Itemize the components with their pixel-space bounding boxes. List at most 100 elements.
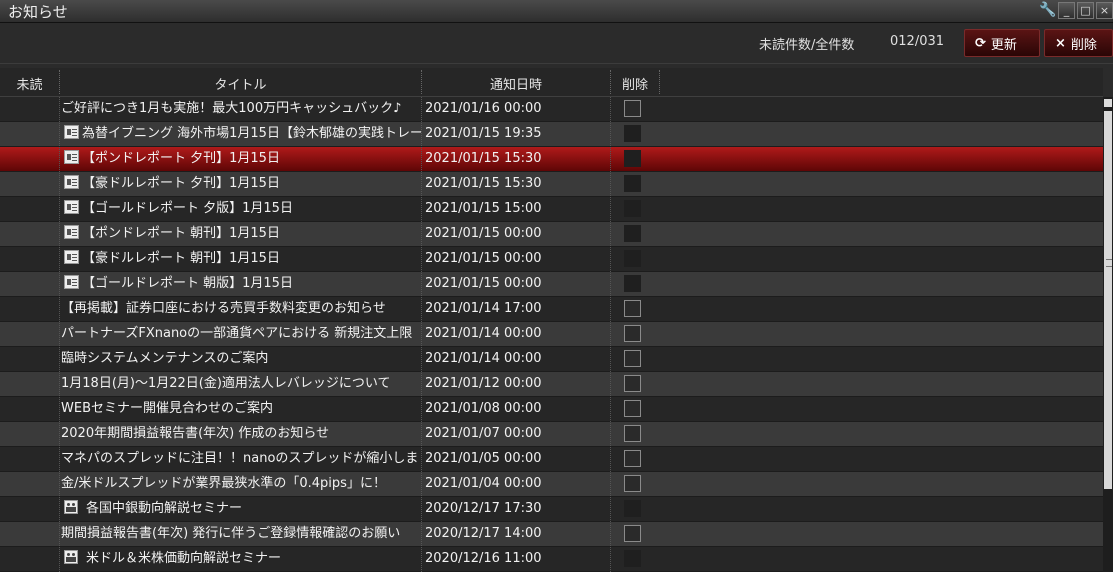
notice-title[interactable]: 【ゴールドレポート 朝版】1月15日: [61, 272, 421, 296]
delete-button[interactable]: × 削除: [1044, 29, 1113, 57]
notice-title[interactable]: 臨時システムメンテナンスのご案内: [61, 347, 421, 371]
settings-wrench-icon[interactable]: 🔧: [1039, 2, 1056, 19]
delete-x-icon: ×: [1055, 35, 1066, 51]
scrollbar-thumb[interactable]: [1104, 111, 1112, 489]
column-header-date[interactable]: 通知日時: [422, 74, 610, 93]
notice-row[interactable]: 【再掲載】証券口座における売買手数料変更のお知らせ 2021/01/14 17:0…: [0, 297, 1103, 322]
delete-checkbox: [624, 550, 641, 567]
unread-cell: [0, 372, 59, 396]
notice-date: 2021/01/12 00:00: [425, 376, 542, 391]
refresh-label: 更新: [990, 37, 1017, 53]
delete-checkbox: [624, 150, 641, 167]
notice-title-text: 各国中銀動向解説セミナー: [86, 501, 243, 516]
notice-title-text: 【ゴールドレポート 夕版】1月15日: [82, 201, 293, 216]
unread-cell: [0, 297, 59, 321]
notice-title[interactable]: 【ポンドレポート 朝刊】1月15日: [61, 222, 421, 246]
notice-title-text: 2020年期間損益報告書(年次) 作成のお知らせ: [61, 426, 330, 441]
delete-checkbox[interactable]: [624, 325, 641, 342]
notice-title[interactable]: 【豪ドルレポート 夕刊】1月15日: [61, 172, 421, 196]
notice-row[interactable]: 【豪ドルレポート 夕刊】1月15日 2021/01/15 15:30: [0, 172, 1103, 197]
notice-row[interactable]: 【ポンドレポート 朝刊】1月15日 2021/01/15 00:00: [0, 222, 1103, 247]
notice-row[interactable]: WEBセミナー開催見合わせのご案内 2021/01/08 00:00: [0, 397, 1103, 422]
delete-checkbox[interactable]: [624, 400, 641, 417]
unread-cell: [0, 422, 59, 446]
delete-checkbox[interactable]: [624, 475, 641, 492]
close-button[interactable]: ×: [1096, 2, 1113, 19]
refresh-button[interactable]: ⟳ 更新: [964, 29, 1040, 57]
notice-title[interactable]: 期間損益報告書(年次) 発行に伴うご登録情報確認のお願い: [61, 522, 421, 546]
notice-row[interactable]: 1月18日(月)〜1月22日(金)適用法人レバレッジについて 2021/01/12…: [0, 372, 1103, 397]
scroll-up-arrow-icon[interactable]: [1104, 99, 1112, 107]
notice-row[interactable]: マネパのスプレッドに注目！！nanoのスプレッドが縮小しました 2021/01/0…: [0, 447, 1103, 472]
delete-checkbox[interactable]: [624, 375, 641, 392]
notice-title[interactable]: WEBセミナー開催見合わせのご案内: [61, 397, 421, 421]
minimize-button[interactable]: _: [1058, 2, 1075, 19]
notice-title-text: 臨時システムメンテナンスのご案内: [61, 351, 269, 366]
notice-title[interactable]: パートナーズFXnanoの一部通貨ペアにおける 新規注文上限: [61, 322, 421, 346]
notice-title[interactable]: 【豪ドルレポート 朝刊】1月15日: [61, 247, 421, 271]
notice-row[interactable]: パートナーズFXnanoの一部通貨ペアにおける 新規注文上限 2021/01/14…: [0, 322, 1103, 347]
notice-date: 2021/01/14 17:00: [425, 301, 542, 316]
notice-row[interactable]: 【豪ドルレポート 朝刊】1月15日 2021/01/15 00:00: [0, 247, 1103, 272]
notice-date: 2021/01/16 00:00: [425, 101, 542, 116]
delete-checkbox: [624, 175, 641, 192]
maximize-button[interactable]: □: [1077, 2, 1094, 19]
notice-title[interactable]: 米ドル＆米株価動向解説セミナー: [61, 547, 421, 571]
unread-cell: [0, 222, 59, 246]
vertical-scrollbar[interactable]: [1103, 97, 1113, 572]
column-header-delete[interactable]: 削除: [611, 74, 659, 93]
notice-row[interactable]: 臨時システムメンテナンスのご案内 2021/01/14 00:00: [0, 347, 1103, 372]
notice-title-text: 【再掲載】証券口座における売買手数料変更のお知らせ: [61, 301, 386, 316]
delete-checkbox[interactable]: [624, 525, 641, 542]
notice-row[interactable]: 米ドル＆米株価動向解説セミナー 2020/12/16 11:00: [0, 547, 1103, 572]
notice-row[interactable]: 為替イブニング 海外市場1月15日【鈴木郁雄の実践トレード】 2021/01/15…: [0, 122, 1103, 147]
notice-title[interactable]: 各国中銀動向解説セミナー: [61, 497, 421, 521]
notice-date: 2021/01/15 00:00: [425, 226, 542, 241]
column-divider: [610, 97, 611, 572]
unread-cell: [0, 122, 59, 146]
scrollbar-grip-icon: [1106, 259, 1112, 267]
delete-checkbox[interactable]: [624, 425, 641, 442]
notice-row[interactable]: 【ゴールドレポート 朝版】1月15日 2021/01/15 00:00: [0, 272, 1103, 297]
newspaper-icon: [64, 175, 79, 189]
notice-title[interactable]: マネパのスプレッドに注目！！nanoのスプレッドが縮小しました: [61, 447, 421, 471]
notice-date: 2021/01/15 15:30: [425, 151, 542, 166]
notice-row[interactable]: 【ゴールドレポート 夕版】1月15日 2021/01/15 15:00: [0, 197, 1103, 222]
notice-date: 2021/01/15 00:00: [425, 251, 542, 266]
notice-title[interactable]: 為替イブニング 海外市場1月15日【鈴木郁雄の実践トレード】: [61, 122, 421, 146]
notice-row[interactable]: 2020年期間損益報告書(年次) 作成のお知らせ 2021/01/07 00:00: [0, 422, 1103, 447]
notice-title[interactable]: 金/米ドルスプレッドが業界最狭水準の「0.4pips」に！: [61, 472, 421, 496]
notice-row[interactable]: 各国中銀動向解説セミナー 2020/12/17 17:30: [0, 497, 1103, 522]
newspaper-icon: [64, 200, 79, 214]
notice-row[interactable]: 【ポンドレポート 夕刊】1月15日 2021/01/15 15:30: [0, 147, 1103, 172]
newspaper-icon: [64, 250, 79, 264]
delete-checkbox[interactable]: [624, 450, 641, 467]
notice-row[interactable]: 金/米ドルスプレッドが業界最狭水準の「0.4pips」に！ 2021/01/04 …: [0, 472, 1103, 497]
unread-cell: [0, 272, 59, 296]
column-header-unread[interactable]: 未読: [0, 74, 59, 93]
notice-title[interactable]: 【ゴールドレポート 夕版】1月15日: [61, 197, 421, 221]
unread-cell: [0, 97, 59, 121]
notice-title[interactable]: 2020年期間損益報告書(年次) 作成のお知らせ: [61, 422, 421, 446]
column-header-title[interactable]: タイトル: [60, 74, 421, 93]
notice-date: 2020/12/17 14:00: [425, 526, 542, 541]
notice-title[interactable]: 【再掲載】証券口座における売買手数料変更のお知らせ: [61, 297, 421, 321]
unread-cell: [0, 147, 59, 171]
delete-checkbox[interactable]: [624, 300, 641, 317]
notice-title-text: ご好評につき1月も実施！最大100万円キャッシュバック♪: [61, 101, 402, 116]
newspaper-icon: [64, 275, 79, 289]
unread-cell: [0, 547, 59, 571]
window-titlebar: お知らせ 🔧 _ □ ×: [0, 0, 1113, 23]
notice-title-text: 期間損益報告書(年次) 発行に伴うご登録情報確認のお願い: [61, 526, 401, 541]
notice-date: 2021/01/05 00:00: [425, 451, 542, 466]
notice-row[interactable]: ご好評につき1月も実施！最大100万円キャッシュバック♪ 2021/01/16 0…: [0, 97, 1103, 122]
notice-title-text: 為替イブニング 海外市場1月15日【鈴木郁雄の実践トレード】: [82, 126, 421, 141]
delete-checkbox[interactable]: [624, 100, 641, 117]
delete-checkbox[interactable]: [624, 350, 641, 367]
notice-title[interactable]: ご好評につき1月も実施！最大100万円キャッシュバック♪: [61, 97, 421, 121]
unread-cell: [0, 197, 59, 221]
notice-title[interactable]: 【ポンドレポート 夕刊】1月15日: [61, 147, 421, 171]
notice-row[interactable]: 期間損益報告書(年次) 発行に伴うご登録情報確認のお願い 2020/12/17 1…: [0, 522, 1103, 547]
notice-title[interactable]: 1月18日(月)〜1月22日(金)適用法人レバレッジについて: [61, 372, 421, 396]
delete-checkbox: [624, 275, 641, 292]
